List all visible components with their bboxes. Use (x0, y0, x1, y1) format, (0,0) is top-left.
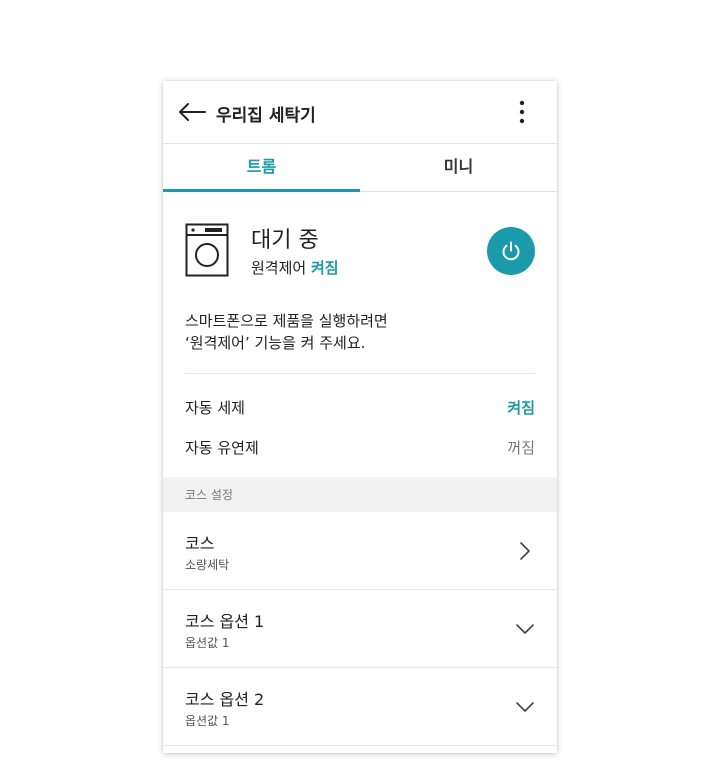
row-title: 코스 옵션 1 (185, 612, 265, 631)
auto-softener-label: 자동 유연제 (185, 439, 259, 457)
back-arrow-icon (179, 103, 206, 121)
course-row[interactable]: 코스 소량세탁 (163, 512, 557, 590)
remote-control-description: 스마트폰으로 제품을 실행하려면 ‘원격제어’ 기능을 켜 주세요. (185, 310, 535, 354)
row-title: 코스 옵션 2 (185, 690, 265, 709)
row-title: 코스 (185, 534, 215, 553)
section-label: 코스 설정 (185, 488, 233, 502)
chevron-down-icon (516, 624, 534, 634)
washing-machine-icon (185, 223, 229, 277)
app-bar: 우리집 세탁기 (163, 81, 557, 144)
remote-control-status: 원격제어 켜짐 (251, 257, 339, 278)
remote-control-label: 원격제어 (251, 259, 307, 277)
auto-detergent-value[interactable]: 켜짐 (507, 397, 535, 418)
row-subtitle: 옵션값 1 (185, 636, 230, 650)
back-button[interactable] (177, 99, 207, 125)
tab-trom[interactable]: 트롬 (163, 144, 360, 192)
row-subtitle: 소량세탁 (185, 558, 230, 572)
tab-bar: 트롬 미니 (163, 144, 557, 192)
more-options-button[interactable] (507, 97, 537, 127)
chevron-down-icon (516, 702, 534, 712)
auto-detergent-label: 자동 세제 (185, 399, 245, 417)
more-vertical-icon (519, 100, 525, 124)
description-line-2: ‘원격제어’ 기능을 켜 주세요. (185, 334, 366, 352)
auto-softener-value[interactable]: 꺼짐 (507, 437, 535, 458)
page-title: 우리집 세탁기 (216, 106, 316, 126)
tab-mini[interactable]: 미니 (360, 144, 557, 191)
divider (185, 373, 535, 374)
description-line-1: 스마트폰으로 제품을 실행하려면 (185, 312, 388, 330)
row-subtitle: 옵션값 1 (185, 714, 230, 728)
status-title: 대기 중 (251, 228, 319, 253)
course-settings-header: 코스 설정 (163, 477, 557, 512)
course-option-1-row[interactable]: 코스 옵션 1 옵션값 1 (163, 590, 557, 668)
chevron-right-icon (520, 542, 530, 560)
power-icon (502, 241, 520, 261)
power-button[interactable] (487, 227, 535, 275)
phone-screen: 우리집 세탁기 트롬 미니 대기 중 원격제어 켜짐 스마트폰으로 제품을 실행… (163, 81, 557, 753)
course-option-2-row[interactable]: 코스 옵션 2 옵션값 1 (163, 668, 557, 746)
remote-control-state: 켜짐 (310, 259, 339, 277)
